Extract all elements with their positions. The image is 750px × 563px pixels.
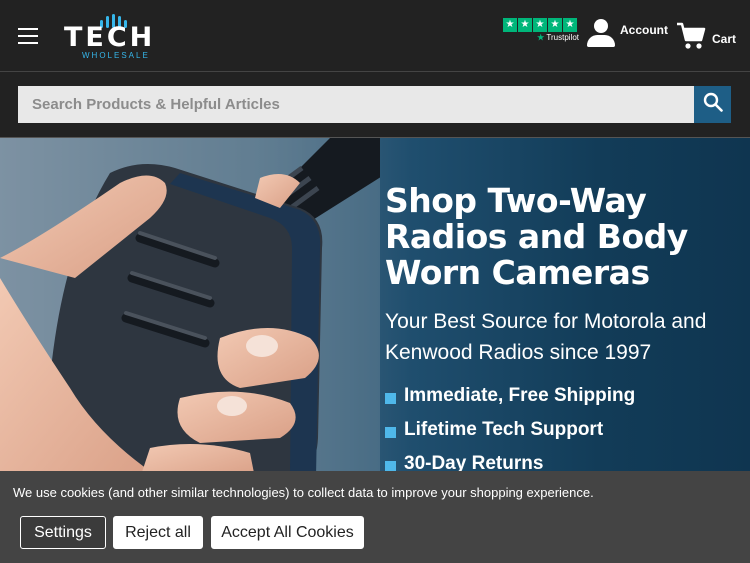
user-icon — [586, 18, 616, 48]
cart-label: Cart — [712, 31, 737, 46]
cookie-message: We use cookies (and other similar techno… — [13, 485, 594, 500]
feature-item: Lifetime Tech Support — [385, 413, 635, 447]
hamburger-menu-icon[interactable] — [18, 28, 38, 44]
star-icon: ★ — [563, 18, 577, 32]
logo-subtitle: WHOLESALE — [82, 51, 150, 60]
hero-title: Shop Two-Way Radios and Body Worn Camera… — [385, 181, 688, 292]
star-icon: ★ — [503, 18, 517, 32]
cart-icon — [676, 22, 706, 55]
star-icon: ★ — [533, 18, 547, 32]
account-link[interactable]: Account — [586, 18, 668, 48]
site-header: TECH WHOLESALE ★ ★ ★ ★ ★ ★ Trustpilot Ac… — [0, 0, 750, 72]
search-bar — [0, 72, 750, 138]
search-icon — [703, 92, 723, 117]
feature-item: Immediate, Free Shipping — [385, 379, 635, 413]
cookie-banner: We use cookies (and other similar techno… — [0, 471, 750, 563]
bullet-square-icon — [385, 460, 396, 472]
hero-feature-list: Immediate, Free Shipping Lifetime Tech S… — [385, 379, 635, 478]
logo-wordmark: TECH — [64, 22, 156, 53]
bullet-square-icon — [385, 426, 396, 438]
bullet-square-icon — [385, 392, 396, 404]
trustpilot-badge[interactable]: ★ ★ ★ ★ ★ ★ Trustpilot — [503, 18, 579, 42]
star-icon: ★ — [548, 18, 562, 32]
trustpilot-stars: ★ ★ ★ ★ ★ — [503, 18, 579, 32]
radio-in-hand-image — [0, 138, 380, 478]
accept-all-cookies-button[interactable]: Accept All Cookies — [211, 516, 364, 549]
account-label: Account — [620, 23, 668, 37]
search-input[interactable] — [18, 86, 694, 123]
cart-link[interactable]: Cart — [676, 22, 736, 55]
star-icon: ★ — [518, 18, 532, 32]
tech-wholesale-logo[interactable]: TECH WHOLESALE — [64, 10, 172, 62]
cookie-settings-button[interactable]: Settings — [20, 516, 106, 549]
search-button[interactable] — [694, 86, 731, 123]
trustpilot-label: Trustpilot — [546, 33, 579, 42]
reject-all-button[interactable]: Reject all — [113, 516, 203, 549]
hero-banner: Shop Two-Way Radios and Body Worn Camera… — [0, 138, 750, 478]
hero-subtitle: Your Best Source for Motorola and Kenwoo… — [385, 310, 707, 364]
